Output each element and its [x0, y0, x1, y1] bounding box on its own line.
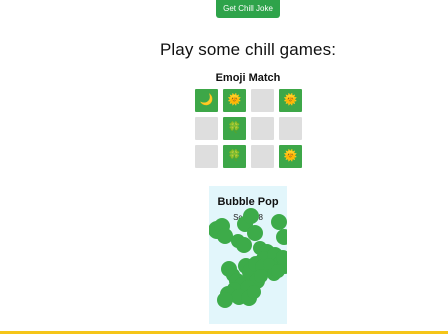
- bubble[interactable]: [276, 229, 287, 245]
- emoji-tile[interactable]: [195, 117, 218, 140]
- bubble[interactable]: [271, 264, 285, 278]
- sun-icon: 🌞: [283, 150, 298, 162]
- emoji-tile[interactable]: 🌞: [279, 145, 302, 168]
- bubble[interactable]: [276, 250, 287, 264]
- emoji-tile[interactable]: [251, 145, 274, 168]
- bubble[interactable]: [247, 285, 261, 299]
- emoji-tile[interactable]: 🍀: [223, 117, 246, 140]
- emoji-tile[interactable]: [279, 117, 302, 140]
- bubble-field: [209, 186, 287, 324]
- bubble[interactable]: [271, 214, 287, 230]
- emoji-tile[interactable]: 🌞: [223, 89, 246, 112]
- emoji-match-grid: 🌙 🌞 🌞 🍀 🍀 🌞: [195, 89, 303, 168]
- emoji-tile[interactable]: [251, 117, 274, 140]
- bubble[interactable]: [236, 237, 252, 253]
- page-title: Play some chill games:: [159, 40, 337, 59]
- clover-icon: 🍀: [227, 122, 242, 134]
- bubble-pop-panel: Bubble Pop Score: 8: [209, 186, 287, 324]
- emoji-tile[interactable]: 🍀: [223, 145, 246, 168]
- emoji-tile[interactable]: 🌞: [279, 89, 302, 112]
- emoji-tile[interactable]: [195, 145, 218, 168]
- emoji-tile[interactable]: 🌙: [195, 89, 218, 112]
- sun-icon: 🌞: [227, 94, 242, 106]
- moon-icon: 🌙: [199, 94, 214, 106]
- emoji-match-title: Emoji Match: [215, 72, 281, 84]
- emoji-tile[interactable]: [251, 89, 274, 112]
- get-chill-joke-button[interactable]: Get Chill Joke: [216, 0, 280, 18]
- bubble[interactable]: [243, 208, 259, 224]
- bubble[interactable]: [254, 269, 268, 283]
- clover-icon: 🍀: [227, 150, 242, 162]
- sun-icon: 🌞: [283, 94, 298, 106]
- bubble[interactable]: [217, 292, 233, 308]
